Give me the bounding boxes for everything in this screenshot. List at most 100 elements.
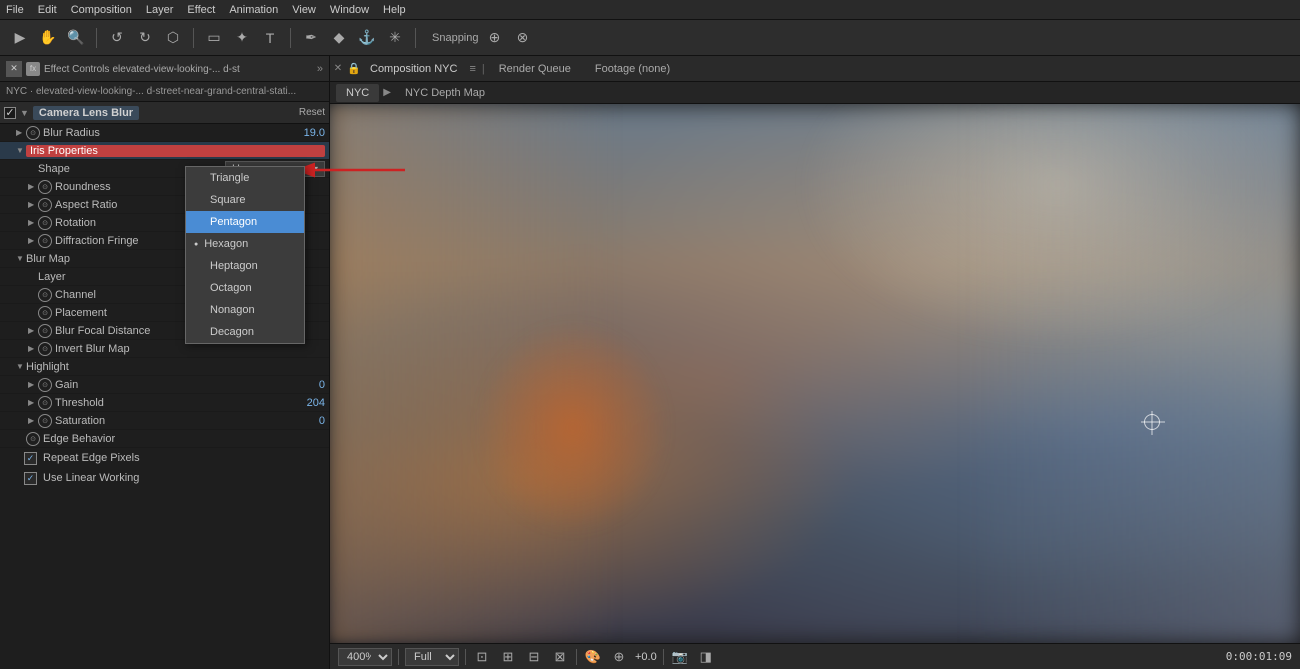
paint-tool[interactable]: ✦ [230, 26, 254, 50]
subtab-nyc-depth[interactable]: NYC Depth Map [395, 84, 495, 102]
threshold-value[interactable]: 204 [307, 397, 325, 409]
focal-triangle[interactable]: ▶ [28, 326, 38, 335]
redo[interactable]: ↻ [133, 26, 157, 50]
plus-value: +0.0 [635, 651, 657, 663]
transparency-btn[interactable]: ⊞ [498, 647, 518, 667]
toolbar-sep-1 [96, 28, 97, 48]
menu-view[interactable]: View [292, 4, 316, 16]
comp-tab-menu-btn[interactable]: ≡ [465, 63, 479, 75]
menu-effect[interactable]: Effect [187, 4, 215, 16]
zoom-tool[interactable]: 🔍 [64, 26, 88, 50]
menu-help[interactable]: Help [383, 4, 406, 16]
saturation-triangle[interactable]: ▶ [28, 416, 38, 425]
blur-radius-stopwatch[interactable]: ⊙ [26, 126, 40, 140]
roundness-triangle[interactable]: ▶ [28, 182, 38, 191]
puppet-tool[interactable]: ⚓ [355, 26, 379, 50]
channel-stopwatch[interactable]: ⊙ [38, 288, 52, 302]
diffraction-stopwatch[interactable]: ⊙ [38, 234, 52, 248]
snap-extra[interactable]: ⊗ [511, 26, 535, 50]
toolbar: ▶ ✋ 🔍 ↺ ↻ ⬡ ▭ ✦ T ✒ ◆ ⚓ ✳ Snapping ⊕ ⊗ [0, 20, 1300, 56]
menu-layer[interactable]: Layer [146, 4, 174, 16]
snapshot-btn[interactable]: 📷 [670, 647, 690, 667]
stamp-tool[interactable]: ◆ [327, 26, 351, 50]
ruler-btn[interactable]: ⊠ [550, 647, 570, 667]
fx-name: Camera Lens Blur [33, 106, 139, 120]
highlight-row: ▼ Highlight [0, 358, 329, 376]
gain-triangle[interactable]: ▶ [28, 380, 38, 389]
pen-tool[interactable]: ✒ [299, 26, 323, 50]
invert-triangle[interactable]: ▶ [28, 344, 38, 353]
rotation-stopwatch[interactable]: ⊙ [38, 216, 52, 230]
dropdown-item-octagon[interactable]: Octagon [186, 277, 304, 299]
quality-select[interactable]: Full [405, 648, 459, 666]
dropdown-item-square[interactable]: Square [186, 189, 304, 211]
threshold-triangle[interactable]: ▶ [28, 398, 38, 407]
undo[interactable]: ↺ [105, 26, 129, 50]
blur-map-triangle[interactable]: ▼ [16, 254, 26, 263]
linear-working-checkbox[interactable] [24, 472, 37, 485]
fx-enable-checkbox[interactable]: ✓ [4, 107, 16, 119]
edge-stopwatch[interactable]: ⊙ [26, 432, 40, 446]
linear-working-label: Use Linear Working [43, 472, 139, 484]
placement-stopwatch[interactable]: ⊙ [38, 306, 52, 320]
blur-radius-value[interactable]: 19.0 [304, 127, 325, 139]
lasso[interactable]: ⬡ [161, 26, 185, 50]
grid-btn[interactable]: ⊟ [524, 647, 544, 667]
panel-menu-btn[interactable]: » [317, 63, 323, 75]
highlight-triangle[interactable]: ▼ [16, 362, 26, 371]
rect-tool[interactable]: ▭ [202, 26, 226, 50]
panel-close-btn[interactable]: ✕ [6, 61, 22, 77]
reset-btn[interactable]: ⊕ [609, 647, 629, 667]
saturation-stopwatch[interactable]: ⊙ [38, 414, 52, 428]
repeat-edge-checkbox[interactable] [24, 452, 37, 465]
render-queue-tab[interactable]: Render Queue [487, 56, 583, 82]
hand-tool[interactable]: ✋ [36, 26, 60, 50]
color-btn[interactable]: 🎨 [583, 647, 603, 667]
focal-stopwatch[interactable]: ⊙ [38, 324, 52, 338]
main-layout: ✕ fx Effect Controls elevated-view-looki… [0, 56, 1300, 669]
zoom-select[interactable]: 400% [338, 648, 392, 666]
menu-composition[interactable]: Composition [71, 4, 132, 16]
dropdown-item-pentagon[interactable]: Pentagon [186, 211, 304, 233]
aspect-ratio-triangle[interactable]: ▶ [28, 200, 38, 209]
dropdown-item-nonagon[interactable]: Nonagon [186, 299, 304, 321]
saturation-value[interactable]: 0 [319, 415, 325, 427]
invert-label: Invert Blur Map [55, 343, 325, 355]
iris-triangle[interactable]: ▼ [16, 146, 26, 155]
snapping-btn[interactable]: ⊕ [483, 26, 507, 50]
rotation-triangle[interactable]: ▶ [28, 218, 38, 227]
fx-reset-btn[interactable]: Reset [299, 107, 325, 118]
invert-stopwatch[interactable]: ⊙ [38, 342, 52, 356]
select-tool[interactable]: ▶ [8, 26, 32, 50]
fx-triangle[interactable]: ▼ [20, 108, 29, 118]
blur-radius-triangle[interactable]: ▶ [16, 128, 26, 137]
threshold-stopwatch[interactable]: ⊙ [38, 396, 52, 410]
roundness-stopwatch[interactable]: ⊙ [38, 180, 52, 194]
fx-header: ✓ ▼ Camera Lens Blur Reset [0, 102, 329, 124]
roto-tool[interactable]: ✳ [383, 26, 407, 50]
saturation-label: Saturation [55, 415, 319, 427]
blur-radius-label: Blur Radius [43, 127, 304, 139]
dropdown-arrow-icon: ▾ [314, 164, 318, 173]
diffraction-triangle[interactable]: ▶ [28, 236, 38, 245]
subtab-nyc[interactable]: NYC [336, 84, 379, 102]
dropdown-item-triangle[interactable]: Triangle [186, 167, 304, 189]
footage-tab[interactable]: Footage (none) [583, 56, 682, 82]
dropdown-item-hexagon[interactable]: Hexagon [186, 233, 304, 255]
gain-value[interactable]: 0 [319, 379, 325, 391]
city-orange-blob [476, 320, 670, 536]
menu-file[interactable]: File [6, 4, 24, 16]
threshold-row: ▶ ⊙ Threshold 204 [0, 394, 329, 412]
text-tool[interactable]: T [258, 26, 282, 50]
menu-edit[interactable]: Edit [38, 4, 57, 16]
menu-animation[interactable]: Animation [229, 4, 278, 16]
gain-stopwatch[interactable]: ⊙ [38, 378, 52, 392]
region-of-interest-btn[interactable]: ⊡ [472, 647, 492, 667]
comp-close-btn[interactable]: ✕ [330, 56, 346, 82]
show-snapshot-btn[interactable]: ◨ [696, 647, 716, 667]
dropdown-item-decagon[interactable]: Decagon [186, 321, 304, 343]
menu-window[interactable]: Window [330, 4, 369, 16]
dropdown-item-heptagon[interactable]: Heptagon [186, 255, 304, 277]
aspect-ratio-stopwatch[interactable]: ⊙ [38, 198, 52, 212]
panel-title: Effect Controls elevated-view-looking-..… [44, 63, 240, 75]
